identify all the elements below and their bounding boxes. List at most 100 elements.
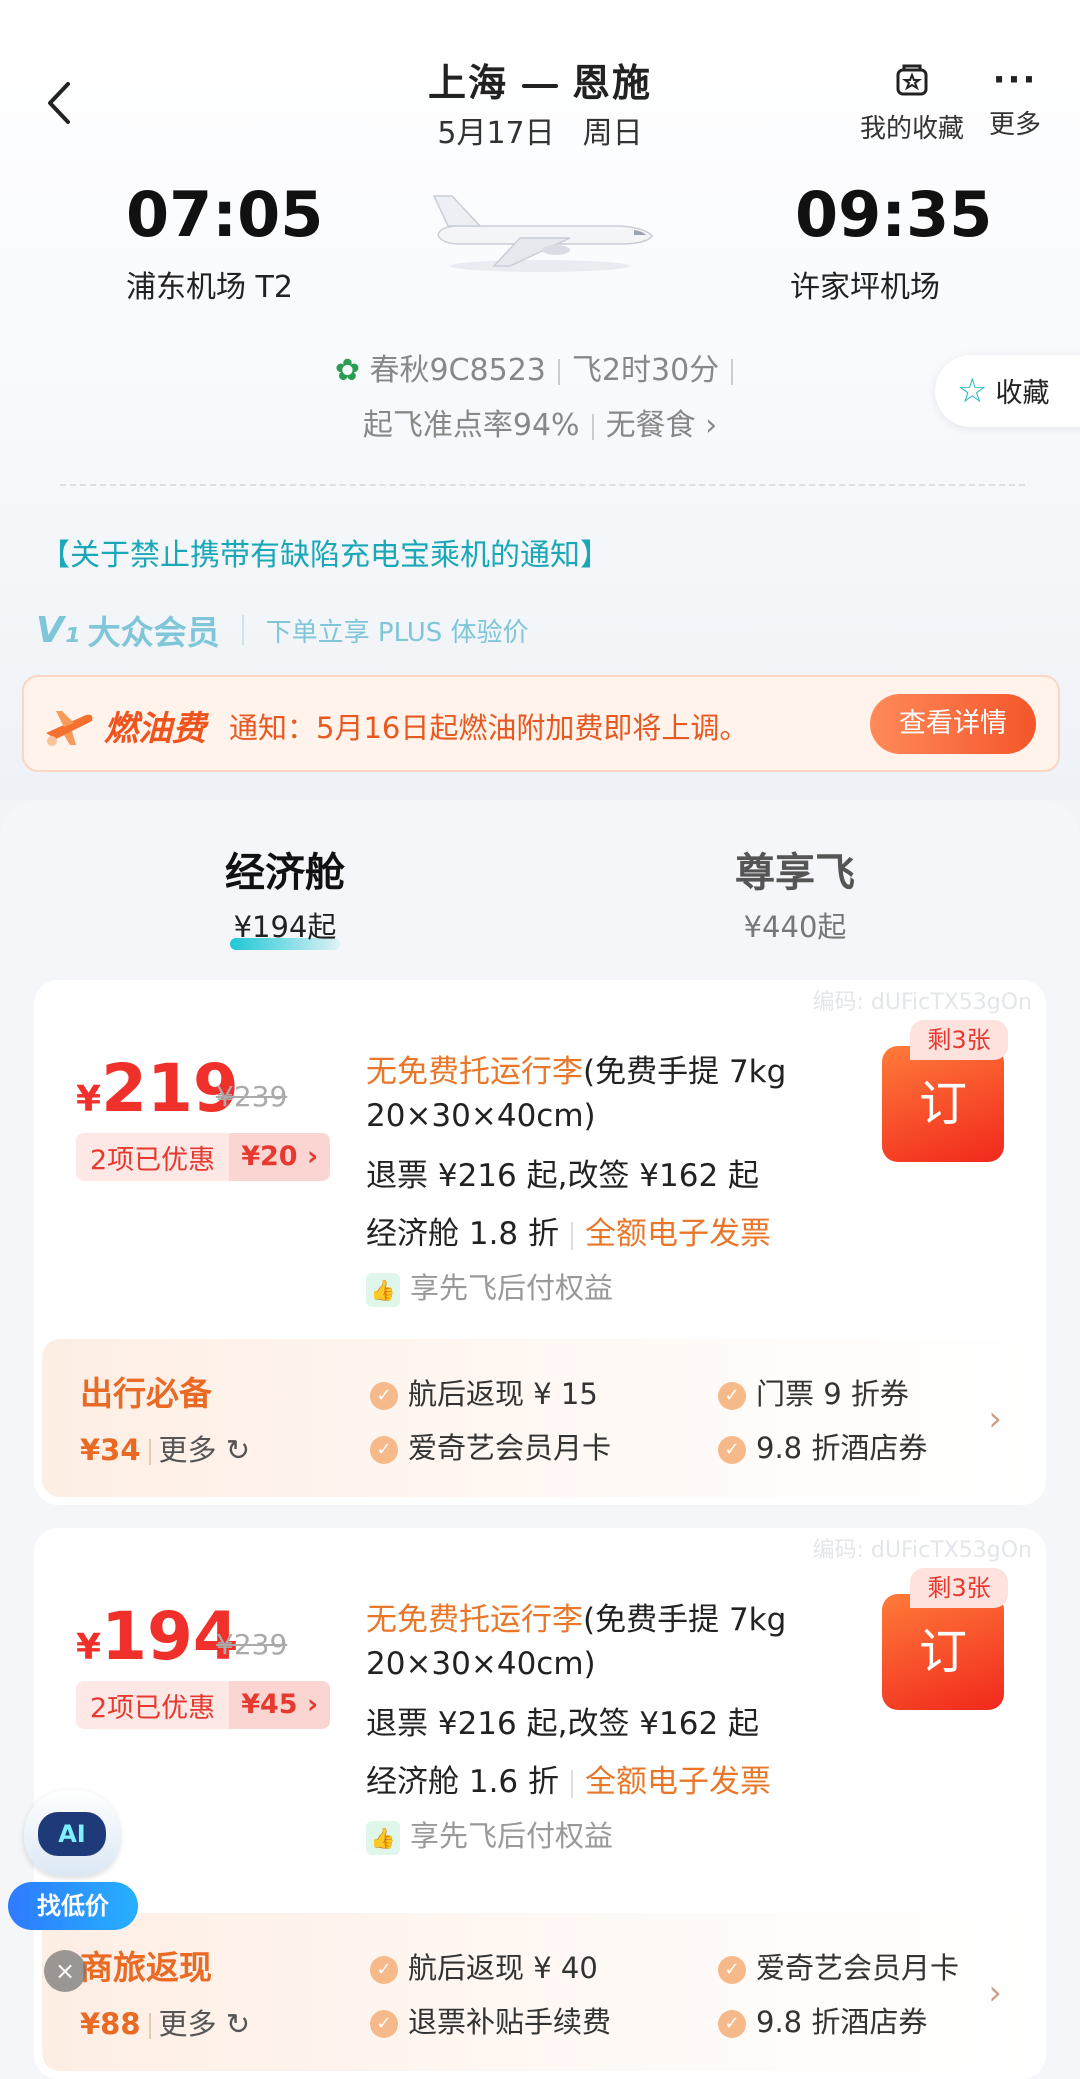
remaining-seats-badge: 剩3张 [910, 1020, 1008, 1060]
thumbs-up-icon: 👍 [366, 1273, 400, 1307]
star-icon: ☆ [957, 371, 988, 411]
extras-bundle[interactable]: 商旅返现 ¥88 更多 ↻ ✓ 航后返现 ¥ 40 ✓ 爱奇艺会员月卡 ✓ 退票补贴手续… [42, 1913, 1038, 2071]
original-price: ¥239 [216, 1080, 288, 1113]
my-favorites-button[interactable]: 我的收藏 [852, 60, 972, 145]
date-text: 5月17日 [437, 116, 555, 151]
discount-badge[interactable]: 2项已优惠 ¥45 › [76, 1681, 331, 1729]
airline-flight-number: 春秋9C8523 [369, 353, 546, 388]
discount-amount: ¥45 › [229, 1681, 331, 1729]
arrival-airport: 许家坪机场 [790, 270, 940, 305]
spring-airlines-logo-icon: ✿ [334, 353, 360, 388]
departure-airport: 浦东机场 T2 [126, 270, 293, 305]
extras-price: ¥88 [80, 2007, 141, 2041]
fare-code: 编码: dUFicTX53gOn [812, 1538, 1032, 1563]
baggage-info: 无免费托运行李(免费手提 7kg 20×30×40cm) [366, 1598, 886, 1686]
extras-price-row: ¥88 更多 ↻ [80, 2001, 250, 2043]
vip-logo-icon: V₁ [36, 609, 80, 651]
divider [148, 1439, 151, 1465]
fare-price: ¥194 ¥239 [76, 1598, 287, 1675]
extras-item: ✓ 9.8 折酒店券 [718, 1425, 927, 1467]
tab-premium[interactable]: 尊享飞 ¥440起 [710, 840, 880, 946]
favorite-flight-button[interactable]: ☆ 收藏 [935, 355, 1080, 427]
original-price: ¥239 [216, 1628, 288, 1661]
power-bank-notice-link[interactable]: 【关于禁止携带有缺陷充电宝乘机的通知】 [40, 530, 610, 574]
find-low-price-button[interactable]: 找低价 [8, 1882, 138, 1930]
extras-more: 更多 ↻ [158, 2007, 251, 2041]
extras-price: ¥34 [80, 1433, 141, 1467]
divider [241, 615, 244, 645]
extras-bundle[interactable]: 出行必备 ¥34 更多 ↻ ✓ 航后返现 ¥ 15 ✓ 门票 9 折券 ✓ 爱奇艺会员月… [42, 1339, 1038, 1497]
discount-label: 2项已优惠 [90, 1144, 216, 1176]
flight-info-line-2[interactable]: 起飞准点率94% 无餐食 › [0, 400, 1080, 444]
weekday-text: 周日 [582, 116, 643, 151]
extras-more: 更多 ↻ [158, 1433, 251, 1467]
extras-item-label: 爱奇艺会员月卡 [756, 1951, 960, 1985]
chevron-right-icon: › [988, 1399, 1002, 1439]
fare-card[interactable]: 编码: dUFicTX53gOn ¥194 ¥239 2项已优惠 ¥45 › 无… [34, 1528, 1046, 2079]
fare-card[interactable]: 编码: dUFicTX53gOn ¥219 ¥239 2项已优惠 ¥20 › 无… [34, 980, 1046, 1505]
destination-city: 恩施 [572, 61, 653, 105]
ai-assistant[interactable]: AI 找低价 [8, 1790, 138, 1940]
ontime-rate: 起飞准点率94% [362, 408, 580, 443]
divider [731, 358, 734, 385]
close-icon[interactable]: × [44, 1950, 86, 1992]
extras-item: ✓ 9.8 折酒店券 [718, 1999, 927, 2041]
extras-item: ✓ 门票 9 折券 [718, 1371, 909, 1413]
benefit-info: 👍 享先飞后付权益 [366, 1813, 613, 1855]
divider [571, 1769, 574, 1798]
book-button[interactable]: 订 [882, 1046, 1004, 1162]
tab-premium-price: ¥440起 [743, 910, 847, 944]
tab-economy[interactable]: 经济舱 ¥194起 [200, 840, 370, 950]
fuel-surcharge-notice: 燃油费 通知：5月16日起燃油附加费即将上调。 查看详情 [22, 675, 1060, 772]
more-label: 更多 [988, 110, 1041, 140]
benefit-info: 👍 享先飞后付权益 [366, 1265, 613, 1307]
divider [557, 358, 560, 385]
meal-info: 无餐食 [605, 408, 696, 443]
divider [571, 1221, 574, 1250]
more-dots-icon: ··· [992, 60, 1038, 100]
refund-change-info: 退票 ¥216 起,改签 ¥162 起 [366, 1706, 760, 1742]
extras-item-label: 9.8 折酒店券 [756, 1431, 928, 1465]
tab-economy-label: 经济舱 [225, 850, 345, 896]
check-icon: ✓ [718, 1382, 746, 1410]
departure-time: 07:05 [126, 178, 324, 251]
robot-icon: AI [24, 1790, 120, 1876]
currency-symbol: ¥ [76, 1627, 102, 1668]
check-icon: ✓ [370, 1436, 398, 1464]
extras-item: ✓ 航后返现 ¥ 15 [370, 1371, 598, 1413]
extras-item: ✓ 航后返现 ¥ 40 [370, 1945, 598, 1987]
favorites-folder-icon [896, 64, 928, 96]
tab-economy-price: ¥194起 [233, 910, 337, 944]
baggage-info: 无免费托运行李(免费手提 7kg 20×30×40cm) [366, 1050, 886, 1138]
cabin-discount: 经济舱 1.8 折 [366, 1216, 560, 1252]
extras-item-label: 门票 9 折券 [756, 1377, 909, 1411]
check-icon: ✓ [370, 1382, 398, 1410]
discount-amount: ¥20 › [229, 1133, 331, 1181]
extras-item-label: 航后返现 ¥ 40 [408, 1951, 598, 1985]
flight-info-line: ✿ 春秋9C8523 飞2时30分 [0, 345, 1080, 389]
route-arrow [522, 83, 558, 88]
currency-symbol: ¥ [76, 1079, 102, 1120]
membership-banner[interactable]: V₁ 大众会员 下单立享 PLUS 体验价 [36, 605, 529, 655]
extras-item: ✓ 爱奇艺会员月卡 [370, 1425, 611, 1467]
chevron-right-icon: › [988, 1973, 1002, 2013]
refund-change-info: 退票 ¥216 起,改签 ¥162 起 [366, 1158, 760, 1194]
divider [60, 484, 1025, 486]
favorite-label: 收藏 [995, 378, 1050, 409]
check-icon: ✓ [718, 1436, 746, 1464]
check-icon: ✓ [370, 2010, 398, 2038]
book-button[interactable]: 订 [882, 1594, 1004, 1710]
divider [148, 2013, 151, 2039]
view-details-button[interactable]: 查看详情 [870, 694, 1036, 754]
cabin-invoice-info: 经济舱 1.8 折全额电子发票 [366, 1208, 771, 1253]
thumbs-up-icon: 👍 [366, 1821, 400, 1855]
flight-duration: 飞2时30分 [571, 353, 720, 388]
my-favorites-label: 我的收藏 [859, 114, 964, 144]
fare-code: 编码: dUFicTX53gOn [812, 990, 1032, 1015]
more-button[interactable]: ··· 更多 [980, 60, 1050, 141]
extras-item-label: 航后返现 ¥ 15 [408, 1377, 598, 1411]
tab-premium-label: 尊享飞 [735, 850, 855, 896]
checked-baggage: 无免费托运行李 [366, 1602, 583, 1638]
benefit-text: 享先飞后付权益 [410, 1819, 614, 1853]
discount-badge[interactable]: 2项已优惠 ¥20 › [76, 1133, 331, 1181]
